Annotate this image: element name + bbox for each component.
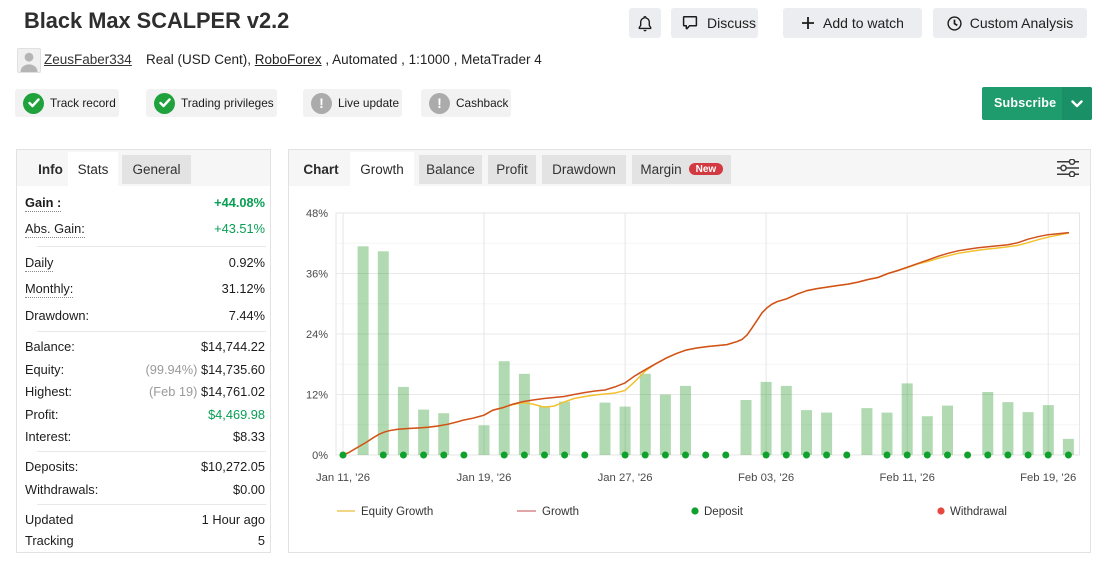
svg-text:Jan 19, '26: Jan 19, '26 [457,472,512,484]
svg-text:Withdrawal: Withdrawal [950,506,1007,518]
svg-text:Jan 27, '26: Jan 27, '26 [598,472,653,484]
svg-text:12%: 12% [306,390,328,402]
svg-text:24%: 24% [306,329,328,341]
svg-text:Equity Growth: Equity Growth [361,506,433,518]
svg-text:36%: 36% [306,269,328,281]
svg-text:Feb 11, '26: Feb 11, '26 [880,472,935,484]
svg-text:Feb 03, '26: Feb 03, '26 [738,472,794,484]
svg-text:Deposit: Deposit [704,506,744,518]
svg-text:Feb 19, '26: Feb 19, '26 [1020,472,1076,484]
svg-text:Growth: Growth [542,506,579,518]
svg-text:Jan 11, '26: Jan 11, '26 [316,472,370,484]
svg-text:0%: 0% [312,450,328,462]
svg-text:48%: 48% [306,208,328,220]
